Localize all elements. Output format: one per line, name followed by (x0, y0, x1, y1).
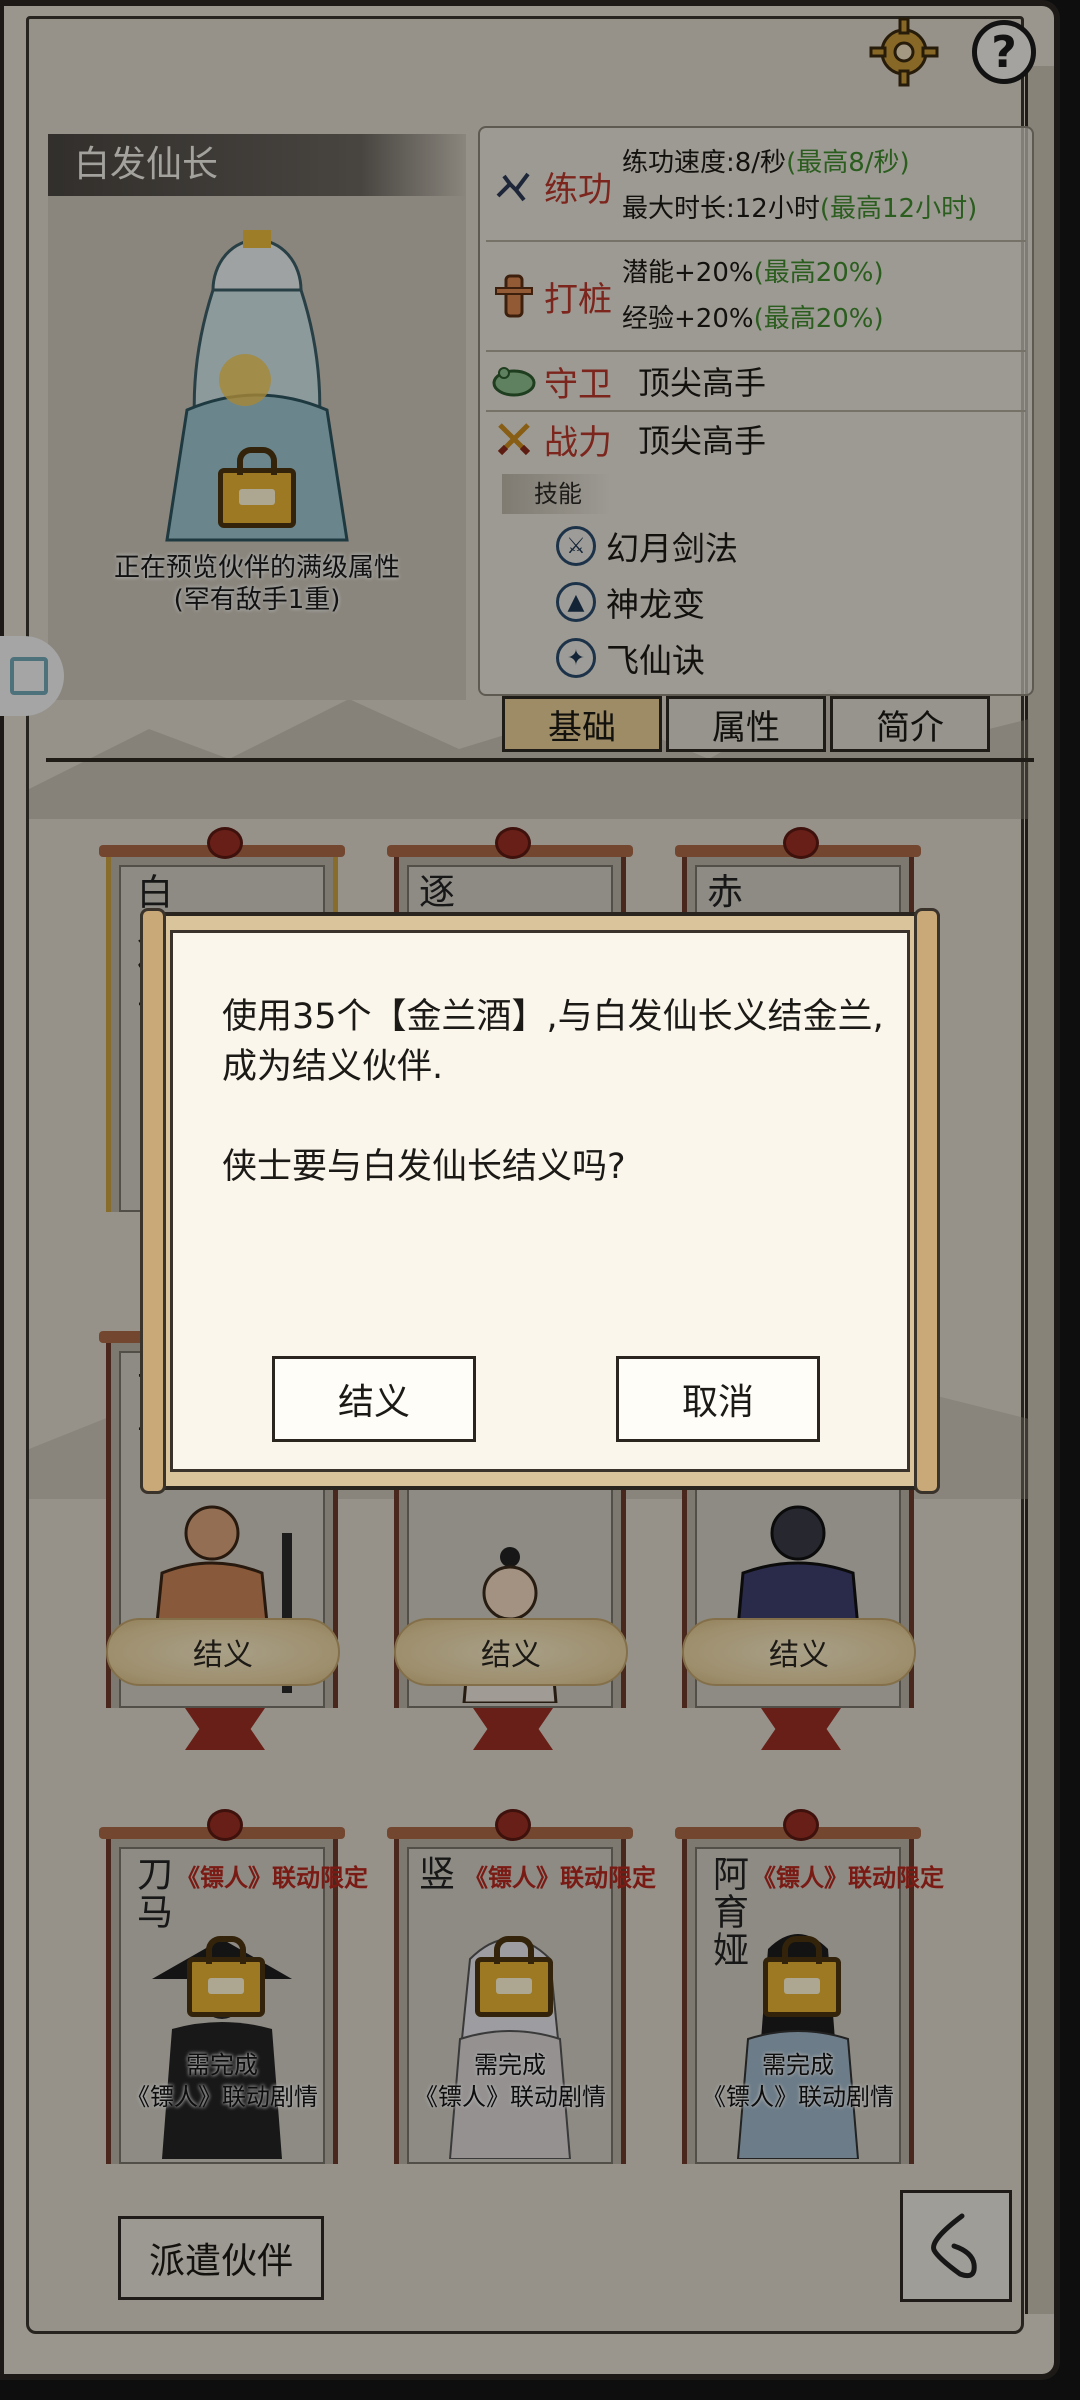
sworn-confirm-dialog: 使用35个【金兰酒】,与白发仙长义结金兰,成为结义伙伴. 侠士要与白发仙长结义吗… (140, 908, 940, 1494)
scroll-roller-left (140, 908, 166, 1494)
dialog-message: 使用35个【金兰酒】,与白发仙长义结金兰,成为结义伙伴. 侠士要与白发仙长结义吗… (222, 997, 884, 1187)
confirm-sworn-button[interactable]: 结义 (272, 1356, 476, 1442)
cancel-button[interactable]: 取消 (616, 1356, 820, 1442)
scroll-roller-right (914, 908, 940, 1494)
